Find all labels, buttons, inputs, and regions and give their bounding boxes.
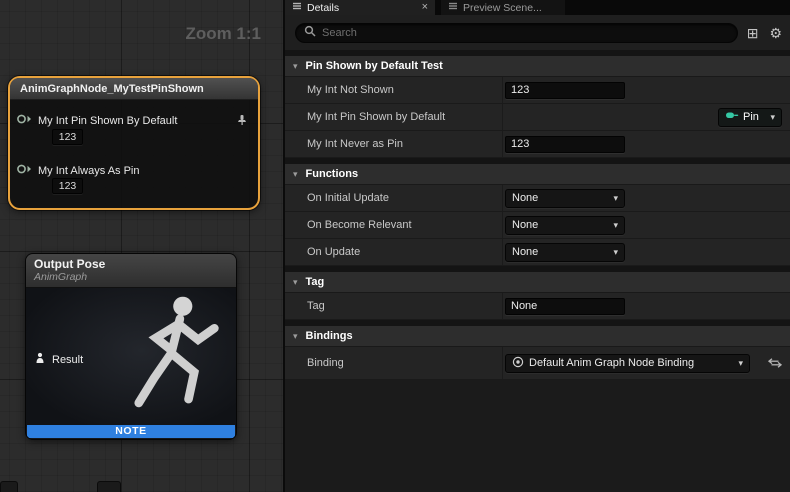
property-label: Binding	[285, 347, 503, 379]
close-tab-icon[interactable]: ×	[422, 2, 428, 13]
section-title: Pin Shown by Default Test	[306, 60, 443, 72]
property-label: Tag	[285, 293, 503, 319]
section-header-functions[interactable]: ▾ Functions	[285, 164, 790, 185]
property-label: My Int Never as Pin	[285, 131, 503, 157]
row-my-int-not-shown: My Int Not Shown	[285, 77, 790, 104]
tab-label: Details	[307, 2, 339, 14]
unreal-editor-window: Zoom 1:1 AnimGraphNode_MyTestPinShown My…	[0, 0, 790, 492]
property-label: My Int Not Shown	[285, 77, 503, 103]
search-row: ⊞ ⚙	[285, 15, 790, 50]
chevron-down-icon: ▾	[293, 169, 298, 180]
on-become-relevant-dropdown[interactable]: None ▾	[505, 216, 625, 235]
binding-dropdown[interactable]: Default Anim Graph Node Binding ▾	[505, 354, 750, 373]
result-pin[interactable]: Result	[34, 352, 83, 367]
int-pin-icon[interactable]	[16, 112, 32, 130]
section-header-tag[interactable]: ▾ Tag	[285, 272, 790, 293]
pin-label: My Int Pin Shown By Default	[38, 115, 177, 127]
zoom-level-label: Zoom 1:1	[185, 24, 261, 44]
node-title[interactable]: AnimGraphNode_MyTestPinShown	[10, 78, 258, 100]
tab-label: Preview Scene...	[463, 2, 542, 14]
swap-arrows-icon[interactable]	[768, 358, 782, 368]
search-box[interactable]	[295, 23, 738, 43]
section-title: Tag	[306, 276, 325, 288]
chevron-down-icon: ▾	[770, 112, 775, 123]
tab-details[interactable]: Details ×	[285, 0, 435, 15]
graph-node-test-pin-shown[interactable]: AnimGraphNode_MyTestPinShown My Int Pin …	[8, 76, 260, 210]
tab-preview-scene[interactable]: Preview Scene...	[441, 0, 565, 15]
note-banner: NOTE	[27, 425, 235, 438]
pin-visibility-dropdown[interactable]: Pin ▾	[718, 108, 782, 127]
binding-icon	[512, 356, 524, 371]
property-label: On Update	[285, 239, 503, 265]
details-tab-icon	[292, 1, 302, 14]
property-label: My Int Pin Shown by Default	[285, 104, 503, 130]
my-int-never-as-pin-input[interactable]	[505, 136, 625, 153]
my-int-not-shown-input[interactable]	[505, 82, 625, 99]
details-panel: Details × Preview Scene... ⊞ ⚙ ▾	[285, 0, 790, 492]
pin-value-input[interactable]: 123	[52, 178, 83, 194]
chevron-down-icon: ▾	[293, 61, 298, 72]
section-header-bindings[interactable]: ▾ Bindings	[285, 326, 790, 347]
row-my-int-never-as-pin: My Int Never as Pin	[285, 131, 790, 158]
partial-graph-node[interactable]	[0, 481, 18, 492]
node-header[interactable]: Output Pose AnimGraph	[26, 254, 236, 288]
partial-graph-node[interactable]	[97, 481, 121, 492]
graph-node-output-pose[interactable]: Output Pose AnimGraph	[25, 253, 237, 440]
pin-label: My Int Always As Pin	[38, 165, 139, 177]
chevron-down-icon: ▾	[293, 331, 298, 342]
node-subtitle: AnimGraph	[34, 271, 236, 283]
row-on-become-relevant: On Become Relevant None ▾	[285, 212, 790, 239]
section-header-pin-shown[interactable]: ▾ Pin Shown by Default Test	[285, 56, 790, 77]
gear-icon[interactable]: ⚙	[767, 26, 784, 40]
property-label: On Become Relevant	[285, 212, 503, 238]
pin-row: My Int Pin Shown By Default	[16, 112, 177, 130]
section-title: Functions	[306, 168, 359, 180]
row-binding: Binding Default Anim Graph Node Binding …	[285, 347, 790, 380]
row-my-int-pin-shown: My Int Pin Shown by Default Pin ▾	[285, 104, 790, 131]
row-tag: Tag	[285, 293, 790, 320]
tag-input[interactable]	[505, 298, 625, 315]
chevron-down-icon: ▾	[613, 220, 618, 231]
section-title: Bindings	[306, 330, 353, 342]
pin-dropdown-label: Pin	[743, 111, 759, 123]
display-options-icon[interactable]: ⊞	[745, 26, 761, 40]
pin-pushpin-icon[interactable]	[236, 113, 248, 131]
pin-value-input[interactable]: 123	[52, 129, 83, 145]
dropdown-value: None	[512, 246, 538, 258]
chevron-down-icon: ▾	[613, 247, 618, 258]
row-on-initial-update: On Initial Update None ▾	[285, 185, 790, 212]
search-icon	[304, 24, 316, 42]
mannequin-preview-image	[122, 290, 234, 429]
int-pin-icon[interactable]	[16, 162, 32, 180]
dropdown-value: None	[512, 219, 538, 231]
chevron-down-icon: ▾	[613, 193, 618, 204]
on-update-dropdown[interactable]: None ▾	[505, 243, 625, 262]
tab-bar: Details × Preview Scene...	[285, 0, 790, 15]
preview-tab-icon	[448, 1, 458, 14]
on-initial-update-dropdown[interactable]: None ▾	[505, 189, 625, 208]
binding-value: Default Anim Graph Node Binding	[529, 357, 694, 369]
dropdown-value: None	[512, 192, 538, 204]
result-pin-label: Result	[52, 354, 83, 366]
pin-icon	[725, 110, 739, 124]
pose-pin-icon	[34, 352, 46, 367]
chevron-down-icon: ▾	[293, 277, 298, 288]
node-preview-body: Result	[26, 288, 236, 427]
row-on-update: On Update None ▾	[285, 239, 790, 266]
search-input[interactable]	[322, 27, 729, 39]
anim-graph-canvas[interactable]: Zoom 1:1 AnimGraphNode_MyTestPinShown My…	[0, 0, 285, 492]
chevron-down-icon: ▾	[738, 358, 743, 369]
property-label: On Initial Update	[285, 185, 503, 211]
node-title: Output Pose	[34, 257, 236, 271]
